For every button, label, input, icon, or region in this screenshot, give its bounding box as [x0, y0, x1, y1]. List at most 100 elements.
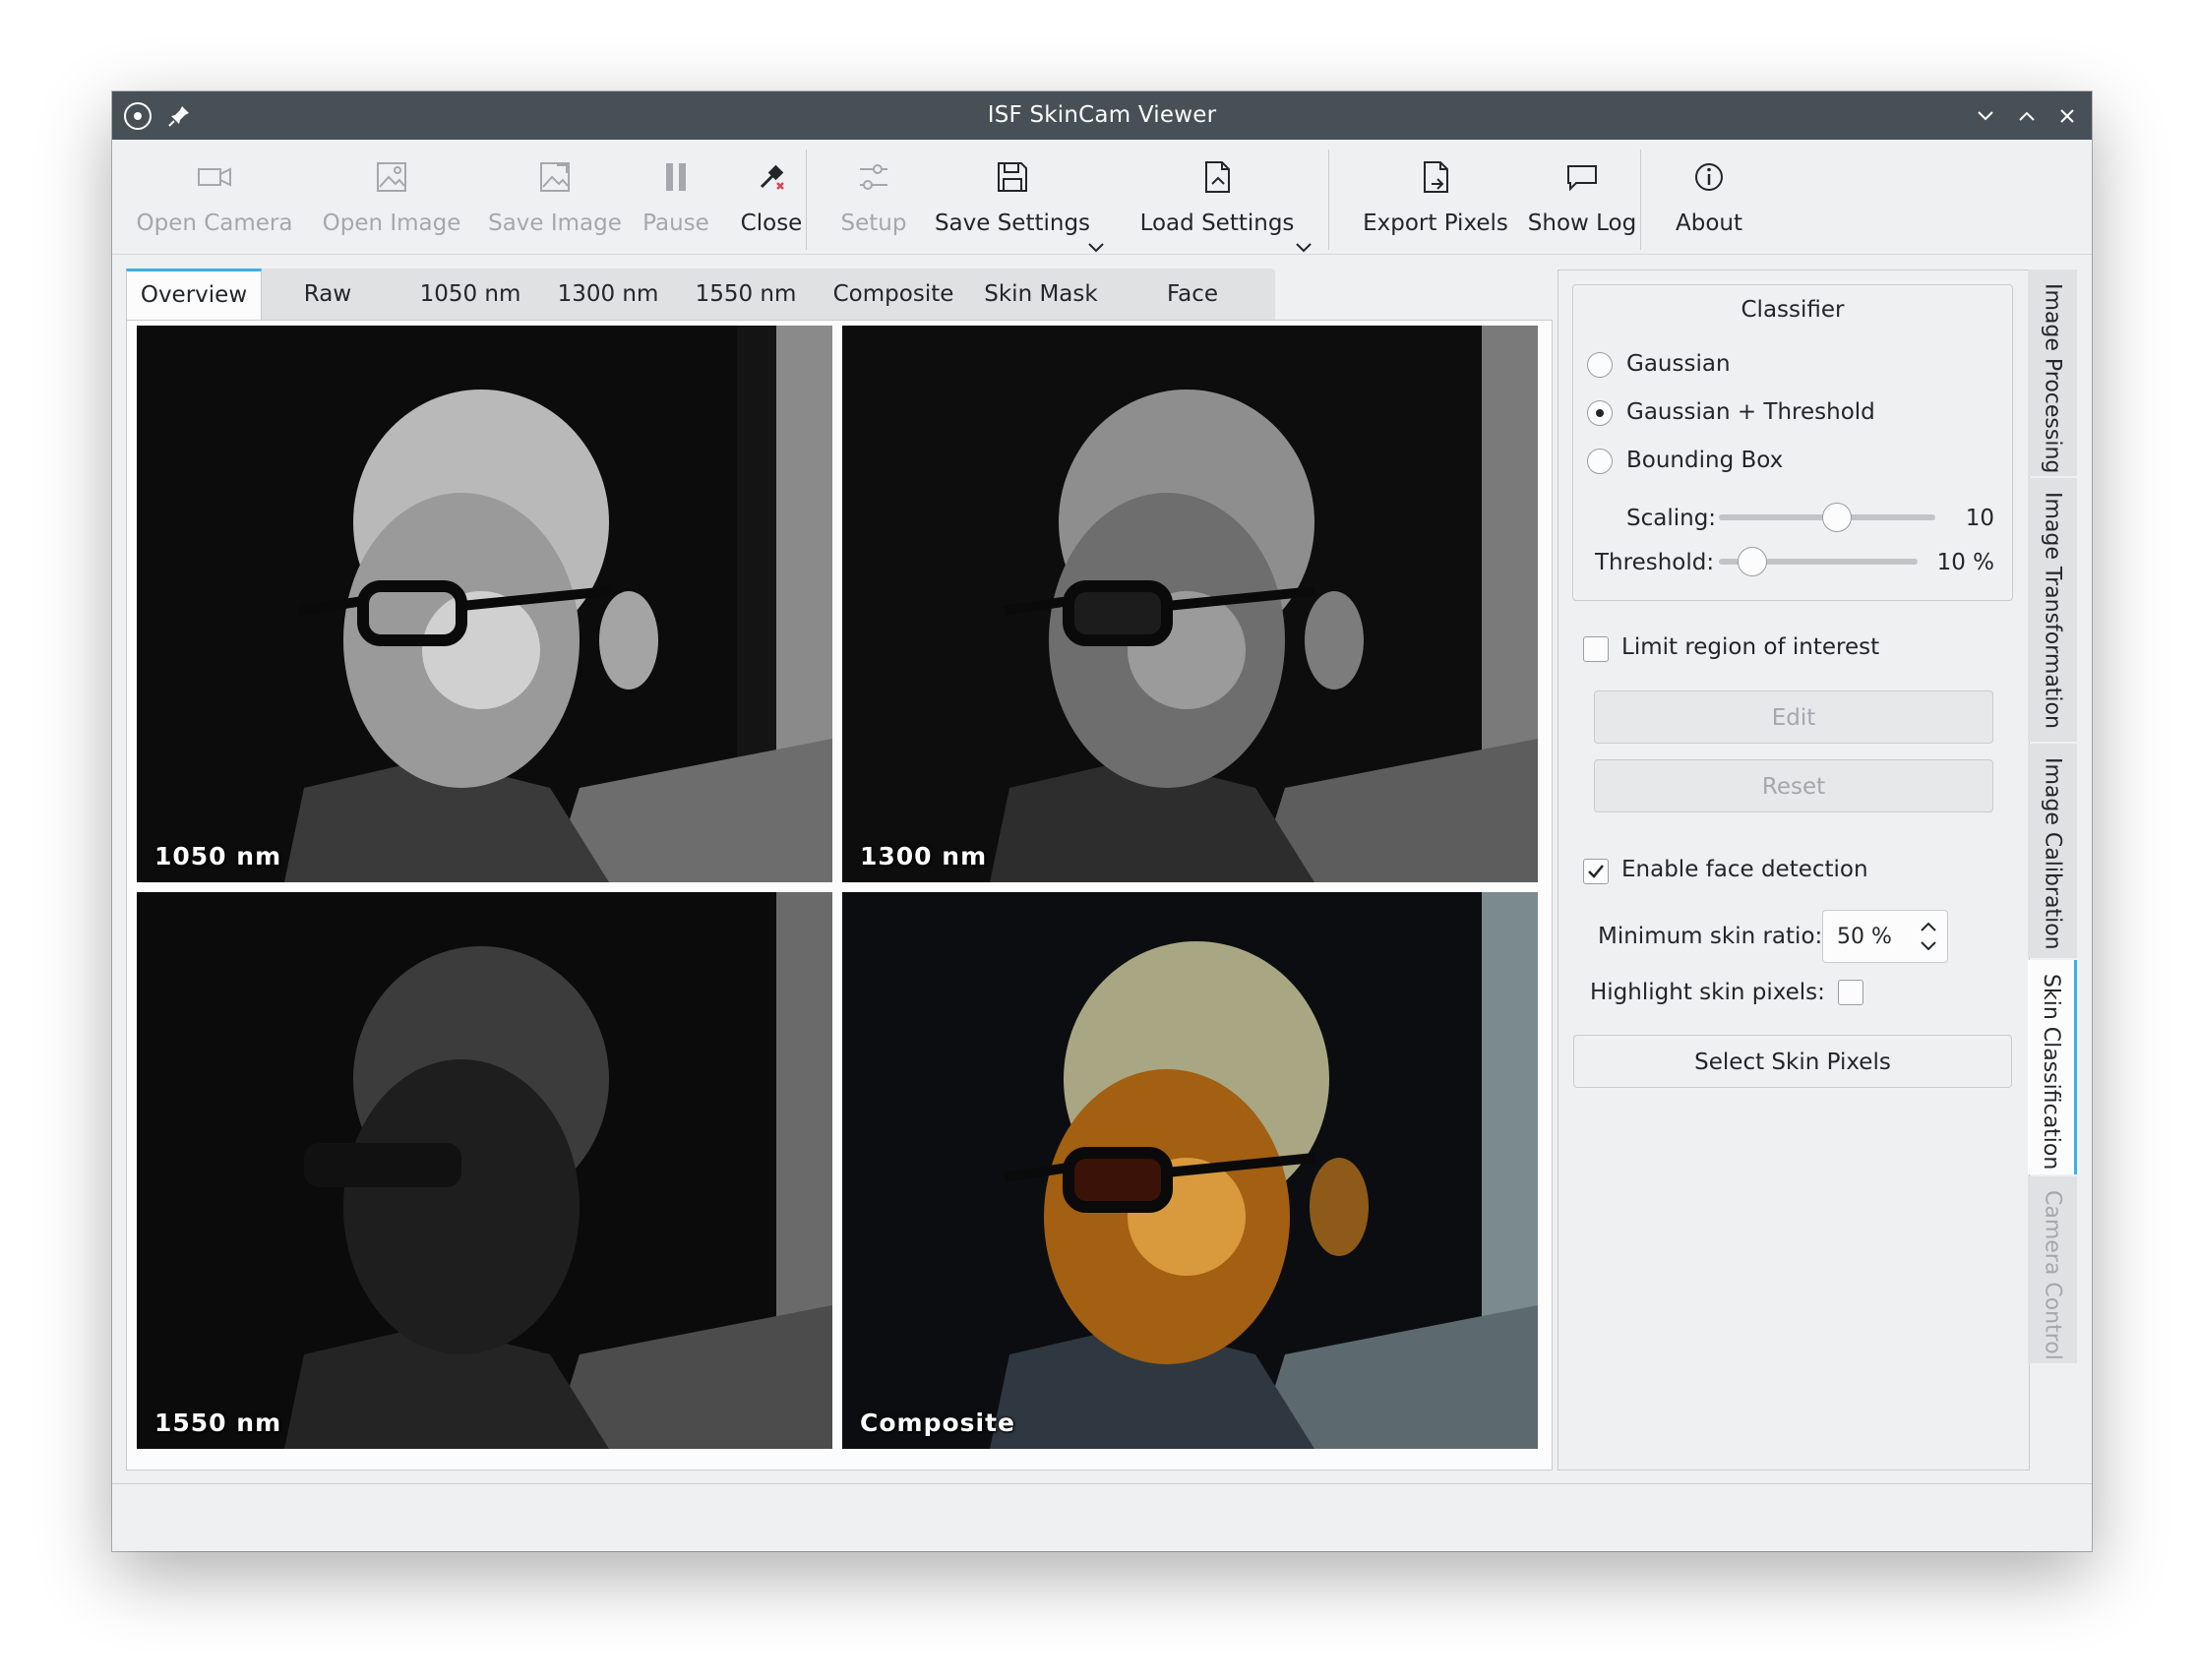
tab-1550-nm[interactable]: 1550 nm: [677, 269, 815, 320]
info-icon: [1695, 163, 1723, 191]
side-tab-image-calibration[interactable]: Image Calibration: [2028, 744, 2077, 958]
show-log-button[interactable]: Show Log: [1513, 157, 1651, 240]
spin-arrows-icon[interactable]: [1918, 917, 1939, 956]
close-window-icon[interactable]: [2051, 100, 2083, 132]
image-1550-nm[interactable]: 1550 nm: [137, 892, 832, 1449]
radio-gaussian-threshold-label[interactable]: Gaussian + Threshold: [1626, 399, 1875, 425]
maximize-icon[interactable]: [2011, 100, 2043, 132]
window-title: ISF SkinCam Viewer: [987, 102, 1217, 128]
image-label-1550: 1550 nm: [154, 1409, 282, 1437]
status-bar: [112, 1483, 2092, 1551]
image-label-1050: 1050 nm: [154, 842, 282, 870]
image-composite[interactable]: Composite: [842, 892, 1538, 1449]
image-icon: [377, 162, 406, 192]
tab-1300-nm[interactable]: 1300 nm: [539, 269, 677, 320]
open-camera-label: Open Camera: [136, 210, 293, 236]
floppy-icon: [998, 162, 1027, 192]
main-toolbar: Open Camera Open Image Save Image Pause …: [112, 140, 2092, 255]
enable-face-detection-checkbox[interactable]: [1583, 859, 1609, 884]
threshold-label: Threshold:: [1595, 550, 1715, 575]
threshold-slider-handle[interactable]: [1738, 547, 1767, 576]
export-pixels-button[interactable]: Export Pixels: [1342, 157, 1529, 240]
highlight-skin-checkbox[interactable]: [1838, 980, 1863, 1005]
about-button[interactable]: About: [1655, 157, 1763, 240]
pause-button[interactable]: Pause: [622, 157, 730, 240]
overview-panel: 1050 nm 1300 nm 1550 nm Composite: [126, 320, 1553, 1470]
side-tab-skin-classification-label: Skin Classification: [2039, 974, 2063, 1170]
toolbar-separator: [806, 150, 807, 250]
portrait-1550-image: [137, 892, 832, 1449]
save-settings-chevron-down-icon[interactable]: [1085, 236, 1107, 258]
classifier-groupbox: Classifier Gaussian Gaussian + Threshold…: [1572, 284, 2013, 601]
load-settings-button[interactable]: Load Settings: [1124, 157, 1311, 240]
edit-button[interactable]: Edit: [1594, 690, 1993, 744]
disconnect-icon: [760, 164, 784, 190]
load-settings-label: Load Settings: [1139, 210, 1295, 236]
side-tab-skin-classification[interactable]: Skin Classification: [2028, 960, 2077, 1174]
side-tab-image-transformation-label: Image Transformation: [2040, 492, 2065, 729]
load-settings-chevron-down-icon[interactable]: [1293, 236, 1314, 258]
save-image-icon: [540, 162, 570, 192]
min-skin-ratio-spinbox[interactable]: 50 %: [1822, 910, 1948, 963]
save-settings-label: Save Settings: [934, 210, 1091, 236]
open-image-button[interactable]: Open Image: [311, 157, 472, 240]
setup-label: Setup: [840, 210, 907, 236]
image-1050-nm[interactable]: 1050 nm: [137, 326, 832, 882]
min-skin-ratio-value: 50 %: [1837, 925, 1892, 949]
pause-icon: [666, 163, 686, 191]
tab-skin-mask[interactable]: Skin Mask: [972, 269, 1110, 320]
skin-classification-panel: Classifier Gaussian Gaussian + Threshold…: [1558, 270, 2030, 1470]
tab-1050-nm[interactable]: 1050 nm: [401, 269, 539, 320]
setup-button[interactable]: Setup: [823, 157, 925, 240]
toolbar-separator: [1640, 150, 1641, 250]
side-tab-image-calibration-label: Image Calibration: [2040, 757, 2065, 950]
min-skin-ratio-label: Minimum skin ratio:: [1598, 924, 1823, 949]
scaling-label: Scaling:: [1626, 506, 1717, 531]
enable-face-detection-label[interactable]: Enable face detection: [1621, 857, 1868, 882]
side-tab-camera-control-label: Camera Control: [2040, 1190, 2065, 1360]
about-label: About: [1675, 210, 1742, 236]
checkmark-icon: [1588, 865, 1604, 878]
sliders-icon: [860, 164, 887, 190]
radio-bounding-box-label[interactable]: Bounding Box: [1626, 448, 1783, 473]
save-image-label: Save Image: [488, 210, 622, 236]
show-log-label: Show Log: [1527, 210, 1637, 236]
side-tab-image-processing[interactable]: Image Processing: [2028, 270, 2077, 476]
save-image-button[interactable]: Save Image: [474, 157, 636, 240]
minimize-icon[interactable]: [1970, 100, 2001, 132]
tab-face-detection[interactable]: Face Detection: [1110, 269, 1275, 358]
tab-overview[interactable]: Overview: [126, 269, 262, 320]
portrait-1300-image: [842, 326, 1538, 882]
tab-raw[interactable]: Raw: [264, 269, 392, 320]
tab-composite[interactable]: Composite: [815, 269, 972, 320]
app-window: ISF SkinCam Viewer Open Camera Open Imag…: [112, 91, 2092, 1551]
threshold-value: 10 %: [1936, 550, 1994, 575]
radio-gaussian-label[interactable]: Gaussian: [1626, 351, 1731, 377]
save-settings-button[interactable]: Save Settings: [919, 157, 1106, 240]
limit-roi-checkbox[interactable]: [1583, 636, 1609, 662]
reset-button[interactable]: Reset: [1594, 759, 1993, 812]
radio-bounding-box[interactable]: [1587, 449, 1613, 474]
portrait-1050-image: [137, 326, 832, 882]
radio-gaussian-threshold[interactable]: [1587, 400, 1613, 426]
message-icon: [1567, 165, 1597, 192]
radio-gaussian[interactable]: [1587, 352, 1613, 378]
open-camera-button[interactable]: Open Camera: [134, 157, 295, 240]
side-tab-camera-control[interactable]: Camera Control: [2028, 1176, 2077, 1363]
image-label-1300: 1300 nm: [860, 842, 988, 870]
open-image-label: Open Image: [322, 210, 461, 236]
side-tab-bar: Image Processing Image Transformation Im…: [2028, 270, 2081, 1469]
pause-label: Pause: [642, 210, 709, 236]
toolbar-separator: [1328, 150, 1329, 250]
export-pixels-label: Export Pixels: [1363, 210, 1508, 236]
scaling-slider-handle[interactable]: [1822, 503, 1852, 532]
title-bar: ISF SkinCam Viewer: [112, 91, 2092, 140]
side-tab-image-transformation[interactable]: Image Transformation: [2028, 478, 2077, 742]
select-skin-pixels-button[interactable]: Select Skin Pixels: [1573, 1035, 2012, 1088]
classifier-title: Classifier: [1741, 297, 1845, 323]
export-icon: [1424, 161, 1448, 193]
image-1300-nm[interactable]: 1300 nm: [842, 326, 1538, 882]
document-open-icon: [1205, 161, 1230, 193]
limit-roi-label[interactable]: Limit region of interest: [1621, 634, 1879, 660]
image-label-composite: Composite: [860, 1409, 1015, 1437]
